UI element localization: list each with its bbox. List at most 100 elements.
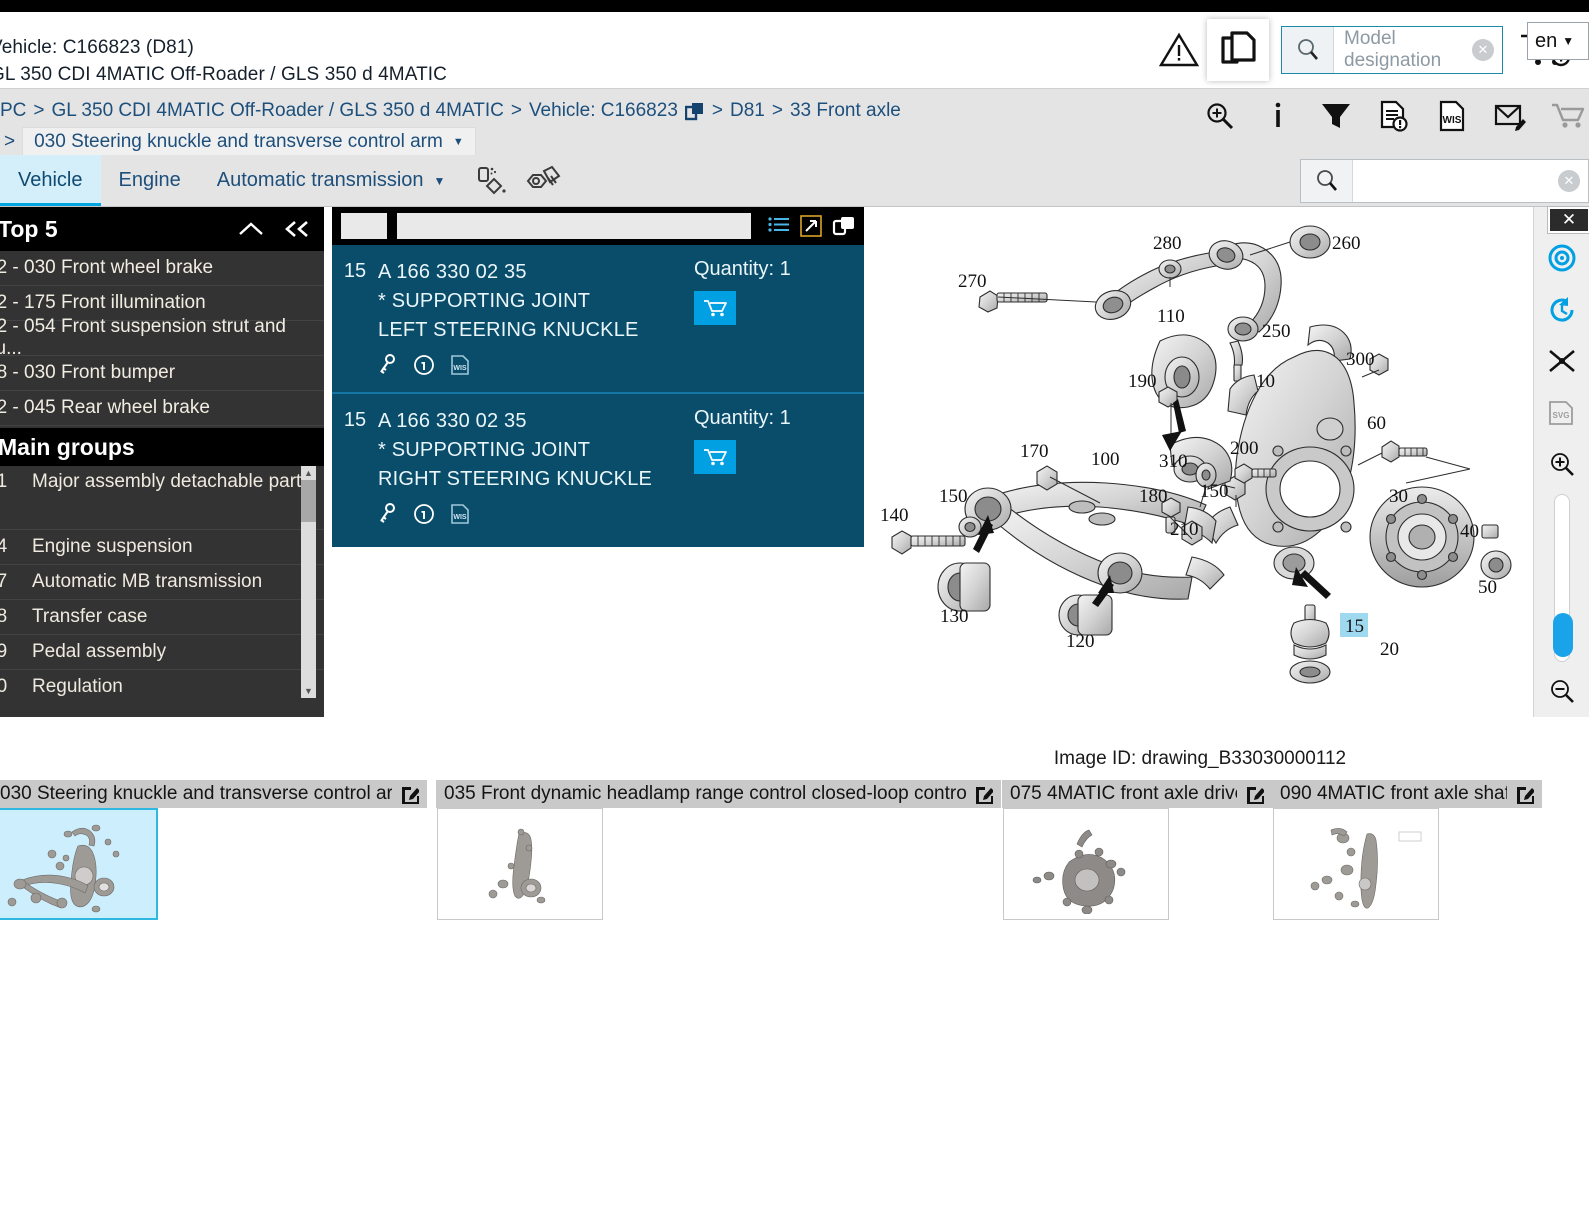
breadcrumb-separator: > xyxy=(771,99,783,121)
zoom-slider-handle[interactable] xyxy=(1552,612,1573,657)
sidebar-item-main-group-28[interactable]: 28 Transfer case xyxy=(0,600,324,635)
thumbnail-image[interactable] xyxy=(0,808,158,920)
parts-row[interactable]: 15 A 166 330 02 35 * SUPPORTING JOINT LE… xyxy=(332,245,864,394)
thumbnail-075[interactable]: 075 4MATIC front axle drive xyxy=(1002,780,1272,920)
expand-icon[interactable] xyxy=(800,215,822,237)
tab-engine[interactable]: Engine xyxy=(101,155,199,206)
sidebar-item-top5-3[interactable]: 88 - 030 Front bumper xyxy=(0,356,324,391)
breadcrumb-dropdown[interactable]: 030 Steering knuckle and transverse cont… xyxy=(22,126,476,157)
thumbnail-label: 035 Front dynamic headlamp range control… xyxy=(444,783,966,804)
parts-row[interactable]: 15 A 166 330 02 35 * SUPPORTING JOINT RI… xyxy=(332,394,864,547)
add-part-to-cart-button[interactable] xyxy=(694,440,736,474)
chevron-down-icon: ▼ xyxy=(452,135,464,148)
thumbnail-image[interactable] xyxy=(1273,808,1439,920)
target-icon[interactable] xyxy=(1540,233,1584,284)
bolt-icon[interactable] xyxy=(525,165,561,197)
list-view-icon[interactable] xyxy=(768,216,790,236)
wis-icon[interactable]: WIS xyxy=(450,503,470,525)
copy-vehicle-icon[interactable] xyxy=(684,101,705,121)
scroll-thumb[interactable] xyxy=(301,480,316,522)
cart-icon[interactable] xyxy=(1551,97,1585,135)
zoom-slider[interactable] xyxy=(1552,493,1573,662)
breadcrumb-item-0[interactable]: PC xyxy=(0,100,26,122)
zoom-in-icon[interactable] xyxy=(1203,97,1237,135)
language-selector[interactable]: en ▼ xyxy=(1527,22,1589,60)
sidebar-item-top5-2[interactable]: 82 - 054 Front suspension strut and su..… xyxy=(0,316,324,359)
copy-icon[interactable] xyxy=(832,215,856,237)
parts-filter-input[interactable] xyxy=(396,212,752,240)
scroll-up-icon[interactable]: ▲ xyxy=(301,466,316,480)
edit-icon[interactable] xyxy=(1245,785,1264,804)
part-number: A 166 330 02 35 xyxy=(378,261,527,283)
main-groups-header: Main groups xyxy=(0,428,324,466)
edit-icon[interactable] xyxy=(1515,785,1534,804)
sidebar-item-label: 88 - 030 Front bumper xyxy=(0,362,176,383)
sidebar-item-main-group-24[interactable]: 24 Engine suspension xyxy=(0,530,324,565)
sidebar-item-main-group-30[interactable]: 30 Regulation xyxy=(0,670,324,698)
filter-icon[interactable] xyxy=(1319,97,1353,135)
copy-icon[interactable] xyxy=(1207,19,1269,81)
thumbnail-035[interactable]: 035 Front dynamic headlamp range control… xyxy=(436,780,1001,920)
close-icon[interactable]: ✕ xyxy=(1548,207,1589,233)
sidebar-item-main-group-27[interactable]: 27 Automatic MB transmission xyxy=(0,565,324,600)
edit-icon[interactable] xyxy=(974,785,993,804)
parts-panel-header xyxy=(332,207,864,245)
collapse-up-icon[interactable] xyxy=(238,220,264,238)
tab-vehicle[interactable]: Vehicle xyxy=(0,155,101,206)
breadcrumb-item-2[interactable]: Vehicle: C166823 xyxy=(529,100,678,122)
breadcrumb-item-1[interactable]: GL 350 CDI 4MATIC Off-Roader / GLS 350 d… xyxy=(52,100,504,122)
zoom-out-icon[interactable] xyxy=(1540,666,1584,717)
callout-260: 260 xyxy=(1332,233,1361,254)
search-input[interactable]: ✕ xyxy=(1300,159,1589,203)
mail-edit-icon[interactable] xyxy=(1493,97,1527,135)
clear-icon[interactable]: ✕ xyxy=(1472,39,1494,61)
model-designation-search[interactable]: Model designation ✕ xyxy=(1281,26,1503,74)
document-alert-icon[interactable] xyxy=(1377,97,1411,135)
breadcrumb-item-3[interactable]: D81 xyxy=(730,100,765,122)
sidebar-item-main-group-21[interactable]: 21 Major assembly detachable parts xyxy=(0,466,324,530)
key-icon[interactable] xyxy=(378,503,398,525)
key-icon[interactable] xyxy=(378,354,398,376)
svg-icon[interactable]: SVG xyxy=(1540,387,1584,438)
sidebar-item-top5-4[interactable]: 42 - 045 Rear wheel brake xyxy=(0,391,324,426)
main-group-number: 29 xyxy=(0,641,8,662)
reset-rotation-icon[interactable] xyxy=(1540,284,1584,335)
info-icon[interactable] xyxy=(413,354,435,376)
info-icon[interactable] xyxy=(413,503,435,525)
wis-icon[interactable]: WIS xyxy=(450,354,470,376)
scroll-down-icon[interactable]: ▼ xyxy=(301,684,316,698)
info-icon[interactable] xyxy=(1261,97,1295,135)
thumbnail-image[interactable] xyxy=(437,808,603,920)
collapse-left-icon[interactable] xyxy=(282,219,312,239)
thumbnail-image[interactable] xyxy=(1003,808,1169,920)
exploded-parts-diagram[interactable]: 270 280 260 250 110 300 10 60 190 170 10… xyxy=(870,207,1525,707)
hide-callouts-icon[interactable] xyxy=(1540,335,1584,386)
callout-110: 110 xyxy=(1157,306,1185,327)
sidebar-item-label: 42 - 045 Rear wheel brake xyxy=(0,397,210,418)
edit-icon[interactable] xyxy=(400,785,419,804)
svg-text:WIS: WIS xyxy=(1443,115,1462,126)
sidebar-item-top5-0[interactable]: 42 - 030 Front wheel brake xyxy=(0,251,324,286)
paint-can-icon[interactable] xyxy=(475,164,509,198)
main-group-label: Transfer case xyxy=(32,606,148,627)
warning-icon[interactable] xyxy=(1151,32,1207,68)
clear-icon[interactable]: ✕ xyxy=(1558,170,1580,192)
part-position-number: 15 xyxy=(343,260,367,282)
sidebar-item-label: 42 - 030 Front wheel brake xyxy=(0,257,214,278)
thumbnail-030[interactable]: 030 Steering knuckle and transverse cont… xyxy=(0,780,427,920)
breadcrumb-item-4[interactable]: 33 Front axle xyxy=(790,100,901,122)
parts-filter-cell[interactable] xyxy=(340,212,388,240)
sidebar-scrollbar[interactable]: ▲ ▼ xyxy=(301,466,316,698)
callout-280: 280 xyxy=(1153,233,1182,254)
add-part-to-cart-button[interactable] xyxy=(694,291,736,325)
callout-10: 10 xyxy=(1256,371,1275,392)
breadcrumb-bar: PC > GL 350 CDI 4MATIC Off-Roader / GLS … xyxy=(0,88,1589,157)
thumbnail-090[interactable]: 090 4MATIC front axle shaft xyxy=(1272,780,1542,920)
main-group-number: 28 xyxy=(0,606,8,627)
search-icon xyxy=(1301,160,1353,202)
technical-drawing[interactable]: 270 280 260 250 110 300 10 60 190 170 10… xyxy=(870,207,1527,707)
zoom-in-icon[interactable] xyxy=(1540,438,1584,489)
sidebar-item-main-group-29[interactable]: 29 Pedal assembly xyxy=(0,635,324,670)
tab-automatic-transmission[interactable]: Automatic transmission ▼ xyxy=(199,155,464,206)
wis-icon[interactable]: WIS xyxy=(1435,97,1469,135)
